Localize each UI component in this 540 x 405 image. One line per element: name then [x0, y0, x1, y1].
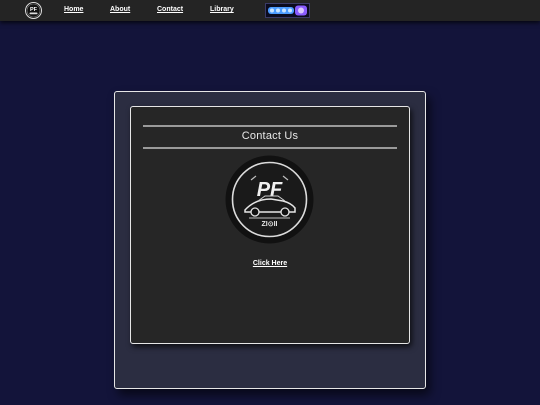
- title-bottom-rule: [143, 147, 397, 149]
- click-here-link[interactable]: Click Here: [130, 260, 410, 267]
- svg-text:PF: PF: [30, 7, 38, 13]
- svg-text:ZI⊙II: ZI⊙II: [262, 221, 278, 228]
- nav-link-library[interactable]: Library: [210, 6, 234, 13]
- game-badge-icon[interactable]: [265, 3, 310, 18]
- top-navbar: PF Home About Contact Library: [0, 0, 540, 21]
- nav-link-contact[interactable]: Contact: [157, 6, 183, 13]
- card-title: Contact Us: [241, 130, 299, 142]
- svg-text:PF: PF: [257, 179, 283, 201]
- nav-link-home[interactable]: Home: [64, 6, 83, 13]
- nav-link-about[interactable]: About: [110, 6, 130, 13]
- pf-logo-icon[interactable]: PF: [25, 2, 42, 19]
- pf-car-logo-icon: PF ZI⊙II: [225, 155, 314, 244]
- title-top-rule: [143, 125, 397, 127]
